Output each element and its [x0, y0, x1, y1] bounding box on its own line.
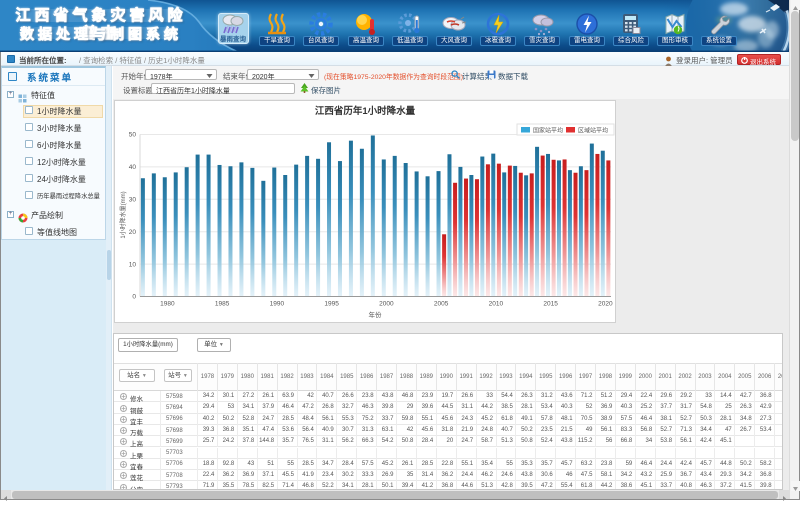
svg-text:2005: 2005 [434, 301, 449, 308]
svg-text:20: 20 [129, 229, 137, 236]
svg-text:50: 50 [129, 132, 137, 139]
svg-text:10: 10 [129, 261, 137, 268]
svg-text:0: 0 [132, 294, 136, 301]
svg-text:1985: 1985 [215, 301, 230, 308]
svg-text:30: 30 [129, 197, 137, 204]
svg-text:2015: 2015 [543, 301, 558, 308]
svg-text:40: 40 [129, 164, 137, 171]
svg-text:2000: 2000 [379, 301, 394, 308]
svg-text:年份: 年份 [369, 310, 383, 319]
svg-text:区域站平均: 区域站平均 [578, 127, 608, 135]
svg-text:1980: 1980 [160, 301, 175, 308]
svg-text:2010: 2010 [489, 301, 504, 308]
svg-text:1小时降水量(mm): 1小时降水量(mm) [119, 191, 127, 238]
svg-text:1990: 1990 [270, 301, 285, 308]
svg-text:1995: 1995 [324, 301, 339, 308]
svg-text:国家站平均: 国家站平均 [533, 127, 563, 135]
svg-text:2020: 2020 [598, 301, 613, 308]
